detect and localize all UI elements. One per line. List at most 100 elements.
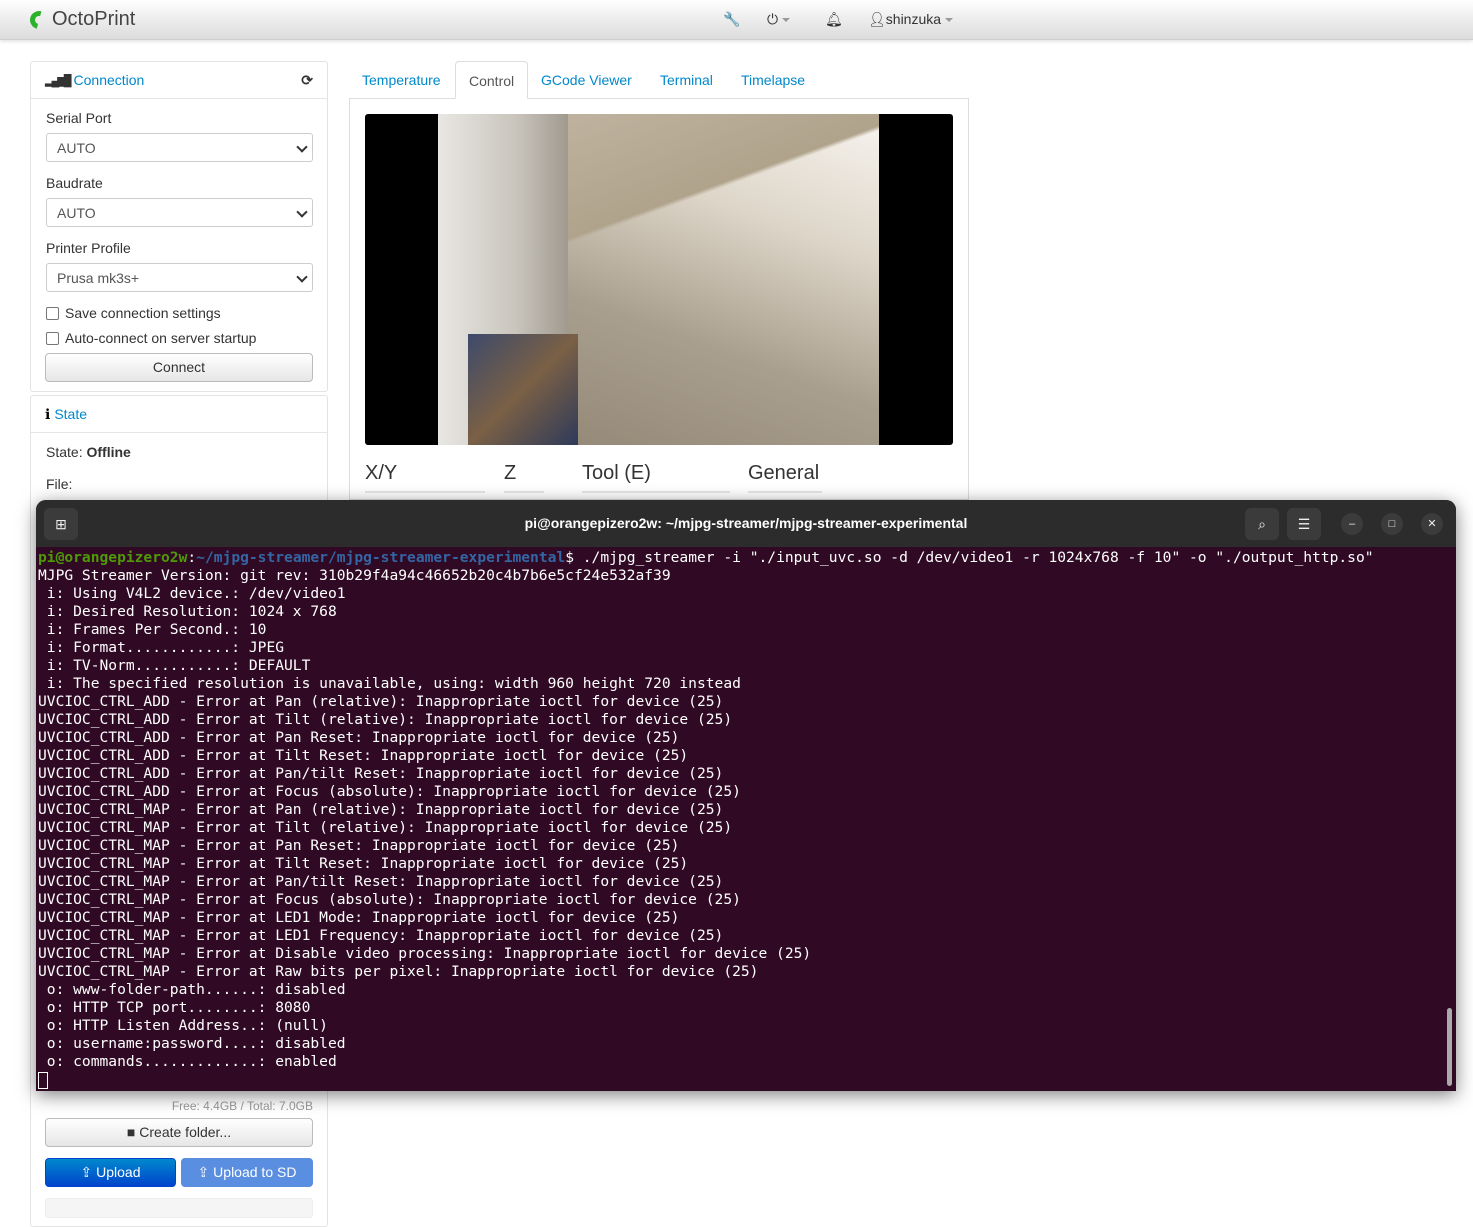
- serial-port-value: AUTO: [57, 140, 96, 156]
- prompt-line: pi@orangepizero2w:~/mjpg-streamer/mjpg-s…: [38, 549, 1374, 566]
- upload-label: Upload: [96, 1164, 141, 1180]
- baudrate-select[interactable]: AUTO: [46, 198, 313, 227]
- hamburger-menu-icon[interactable]: ☰: [1287, 508, 1321, 540]
- terminal-line: UVCIOC_CTRL_ADD - Error at Tilt (relativ…: [38, 711, 733, 728]
- terminal-line: UVCIOC_CTRL_MAP - Error at Tilt (relativ…: [38, 819, 733, 836]
- save-connection-checkbox[interactable]: Save connection settings: [46, 305, 221, 321]
- baudrate-value: AUTO: [57, 205, 96, 221]
- terminal-title: pi@orangepizero2w: ~/mjpg-streamer/mjpg-…: [524, 515, 968, 531]
- terminal-line: i: The specified resolution is unavailab…: [38, 675, 741, 692]
- terminal-scrollbar[interactable]: [1447, 1008, 1452, 1086]
- terminal-line: UVCIOC_CTRL_MAP - Error at LED1 Mode: In…: [38, 909, 680, 926]
- terminal-line: UVCIOC_CTRL_MAP - Error at Pan/tilt Rese…: [38, 873, 724, 890]
- create-folder-label: Create folder...: [139, 1124, 232, 1140]
- terminal-line: o: HTTP Listen Address..: (null): [38, 1017, 328, 1034]
- connect-button[interactable]: Connect: [45, 353, 313, 382]
- create-folder-button[interactable]: ■ Create folder...: [45, 1118, 313, 1147]
- terminal-line: o: username:password....: disabled: [38, 1035, 346, 1052]
- terminal-line: UVCIOC_CTRL_ADD - Error at Tilt Reset: I…: [38, 747, 689, 764]
- printer-profile-label: Printer Profile: [46, 240, 131, 256]
- upload-sd-label: Upload to SD: [213, 1164, 297, 1180]
- xy-section-title: X/Y: [365, 462, 485, 493]
- prompt-user: pi@orangepizero2w: [38, 549, 188, 566]
- maximize-icon[interactable]: □: [1381, 513, 1403, 535]
- terminal-line: UVCIOC_CTRL_MAP - Error at Pan (relative…: [38, 801, 724, 818]
- save-connection-label: Save connection settings: [65, 305, 221, 321]
- state-line: State: Offline: [46, 444, 131, 460]
- refresh-icon[interactable]: ⟳: [301, 72, 313, 89]
- user-menu[interactable]: 👤︎shinzuka: [868, 11, 954, 28]
- z-section-title: Z: [504, 462, 544, 493]
- terminal-line: MJPG Streamer Version: git rev: 310b29f4…: [38, 567, 671, 584]
- tab-terminal[interactable]: Terminal: [647, 61, 726, 99]
- terminal-line: o: HTTP TCP port........: 8080: [38, 999, 311, 1016]
- webcam-stream: [365, 114, 953, 445]
- upload-sd-button[interactable]: ⇪ Upload to SD: [181, 1158, 313, 1187]
- progress-bar: [45, 1198, 313, 1218]
- info-icon: ℹ: [45, 405, 51, 422]
- terminal-line: UVCIOC_CTRL_MAP - Error at Raw bits per …: [38, 963, 759, 980]
- tab-temperature[interactable]: Temperature: [349, 61, 454, 99]
- minimize-icon[interactable]: –: [1341, 513, 1363, 535]
- tool-section-title: Tool (E): [582, 462, 730, 493]
- signal-icon: ▂▄▆█: [45, 74, 71, 87]
- state-value: Offline: [86, 444, 131, 460]
- folder-icon: ■: [126, 1124, 136, 1140]
- user-icon: 👤︎: [868, 11, 886, 27]
- upload-icon: ⇪: [80, 1164, 93, 1180]
- baudrate-label: Baudrate: [46, 175, 103, 191]
- navbar: OctoPrint 🔧 ⏻ 🔔︎ 👤︎shinzuka: [0, 0, 1473, 40]
- state-header[interactable]: ℹ State: [31, 396, 327, 433]
- autoconnect-label: Auto-connect on server startup: [65, 330, 257, 346]
- terminal-line: UVCIOC_CTRL_MAP - Error at LED1 Frequenc…: [38, 927, 724, 944]
- terminal-output[interactable]: pi@orangepizero2w:~/mjpg-streamer/mjpg-s…: [38, 549, 1374, 1089]
- tab-gcode-viewer[interactable]: GCode Viewer: [528, 61, 645, 99]
- serial-port-select[interactable]: AUTO: [46, 133, 313, 162]
- upload-button[interactable]: ⇪ Upload: [45, 1158, 176, 1187]
- terminal-line: i: Desired Resolution: 1024 x 768: [38, 603, 337, 620]
- terminal-line: i: Frames Per Second.: 10: [38, 621, 267, 638]
- upload-icon: ⇪: [197, 1164, 210, 1180]
- terminal-window: ⊞ pi@orangepizero2w: ~/mjpg-streamer/mjp…: [36, 500, 1456, 1091]
- webcam-image: [438, 114, 879, 445]
- storage-info: Free: 4.4GB / Total: 7.0GB: [171, 1099, 313, 1113]
- connection-panel: ▂▄▆█ Connection ⟳ Serial Port AUTO Baudrat…: [30, 61, 328, 392]
- terminal-line: i: Format............: JPEG: [38, 639, 285, 656]
- prompt-path: ~/mjpg-streamer/mjpg-streamer-experiment…: [196, 549, 566, 566]
- cursor-line: [38, 1071, 1374, 1089]
- terminal-line: o: commands.............: enabled: [38, 1053, 337, 1070]
- brand-name: OctoPrint: [52, 8, 136, 30]
- terminal-line: UVCIOC_CTRL_ADD - Error at Pan/tilt Rese…: [38, 765, 724, 782]
- terminal-cursor: [38, 1072, 48, 1089]
- username: shinzuka: [885, 11, 942, 27]
- serial-port-label: Serial Port: [46, 110, 112, 126]
- file-label: File:: [46, 476, 73, 492]
- terminal-line: UVCIOC_CTRL_MAP - Error at Pan Reset: In…: [38, 837, 680, 854]
- terminal-line: UVCIOC_CTRL_ADD - Error at Pan (relative…: [38, 693, 724, 710]
- notifications-bell-icon[interactable]: 🔔︎: [825, 11, 843, 28]
- close-icon[interactable]: ✕: [1421, 513, 1443, 535]
- printer-profile-select[interactable]: Prusa mk3s+: [46, 263, 313, 292]
- settings-wrench-icon[interactable]: 🔧: [723, 11, 740, 28]
- connection-title: Connection: [73, 72, 145, 88]
- brand-link[interactable]: OctoPrint: [26, 7, 136, 32]
- connection-header[interactable]: ▂▄▆█ Connection ⟳: [31, 62, 327, 99]
- autoconnect-checkbox[interactable]: Auto-connect on server startup: [46, 330, 256, 346]
- terminal-line: i: TV-Norm...........: DEFAULT: [38, 657, 311, 674]
- printer-profile-value: Prusa mk3s+: [57, 270, 140, 286]
- power-menu-icon[interactable]: ⏻: [767, 11, 791, 28]
- terminal-line: o: www-folder-path......: disabled: [38, 981, 346, 998]
- terminal-line: UVCIOC_CTRL_ADD - Error at Focus (absolu…: [38, 783, 741, 800]
- prompt-command: $ ./mjpg_streamer -i "./input_uvc.so -d …: [565, 549, 1374, 566]
- terminal-line: i: Using V4L2 device.: /dev/video1: [38, 585, 346, 602]
- main-tabs: Temperature Control GCode Viewer Termina…: [349, 61, 969, 99]
- terminal-line: UVCIOC_CTRL_MAP - Error at Focus (absolu…: [38, 891, 741, 908]
- tab-timelapse[interactable]: Timelapse: [728, 61, 818, 99]
- terminal-line: UVCIOC_CTRL_MAP - Error at Disable video…: [38, 945, 812, 962]
- state-label: State:: [46, 444, 83, 460]
- general-section-title: General: [748, 462, 822, 493]
- tab-control[interactable]: Control: [455, 61, 529, 99]
- state-title: State: [54, 406, 88, 422]
- terminal-line: UVCIOC_CTRL_ADD - Error at Pan Reset: In…: [38, 729, 680, 746]
- search-icon[interactable]: ⌕: [1245, 508, 1279, 540]
